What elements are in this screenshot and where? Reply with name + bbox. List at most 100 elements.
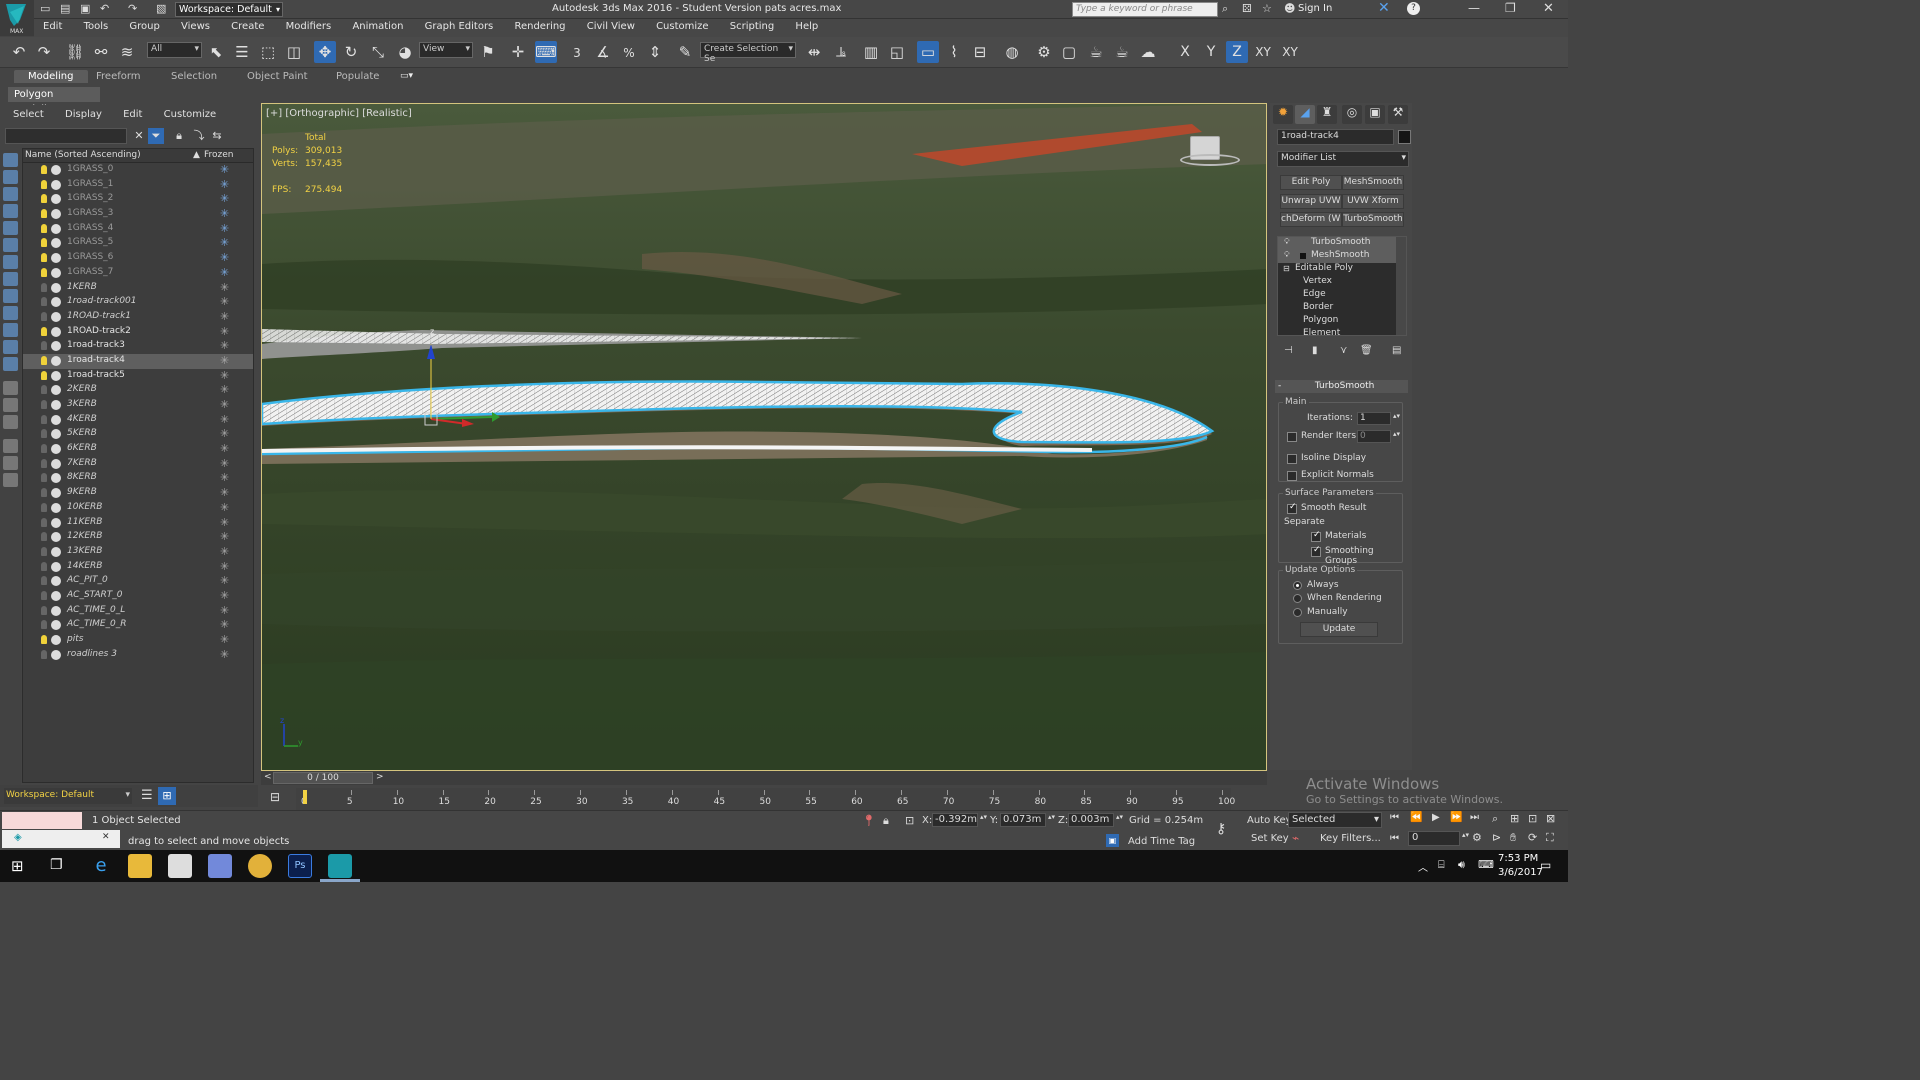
scene-row[interactable]: 7KERB ✳ xyxy=(23,457,253,472)
light-bulb-icon[interactable] xyxy=(41,223,47,233)
axis-z-button[interactable]: Z xyxy=(1226,41,1248,63)
light-bulb-icon[interactable] xyxy=(41,473,47,483)
sync-selection-icon[interactable]: ⇆ xyxy=(209,128,225,144)
set-keys-icon[interactable]: ⌁ xyxy=(1292,831,1299,845)
viewport-label-menu[interactable]: [+] [Orthographic] [Realistic] xyxy=(266,108,412,119)
display-none-icon[interactable] xyxy=(3,153,18,167)
perspective-viewport[interactable]: z z y [+] [Orthographic] [Realistic] Tot… xyxy=(261,103,1267,771)
clear-search-icon[interactable]: ✕ xyxy=(131,128,147,144)
time-slider[interactable]: < 0 / 100 > xyxy=(261,771,1267,785)
ribbon-tab-modeling[interactable]: Modeling xyxy=(14,70,88,83)
display-lights-icon[interactable] xyxy=(3,204,18,218)
update-when-rendering-radio[interactable] xyxy=(1293,594,1302,603)
light-bulb-icon[interactable] xyxy=(41,444,47,454)
configure-modifier-sets-icon[interactable]: ▤ xyxy=(1392,345,1401,356)
pin-stack-icon[interactable]: ⊣ xyxy=(1284,345,1293,356)
binoculars-icon[interactable]: ⌕ xyxy=(1222,2,1228,16)
object-name-field[interactable]: 1road-track4 xyxy=(1277,129,1394,145)
update-always-radio[interactable] xyxy=(1293,581,1302,590)
display-hidden-icon[interactable] xyxy=(3,357,18,371)
play-icon[interactable]: ▶ xyxy=(1432,812,1440,823)
selection-filter-dropdown[interactable]: All ▾ xyxy=(147,42,202,58)
frozen-snowflake-icon[interactable]: ✳ xyxy=(220,310,229,323)
user-icon[interactable]: ☻ xyxy=(1284,2,1295,15)
stack-edge[interactable]: Edge xyxy=(1278,289,1406,302)
light-bulb-icon[interactable] xyxy=(41,326,47,336)
light-bulb-icon[interactable] xyxy=(41,341,47,351)
isolate-selection-icon[interactable]: 📍︎ xyxy=(862,814,876,827)
light-bulb-icon[interactable] xyxy=(41,179,47,189)
stack-editable-poly[interactable]: ⊟ Editable Poly xyxy=(1278,263,1406,276)
geometry-teapot-icon[interactable] xyxy=(51,414,61,425)
set-key-button[interactable]: Set Key xyxy=(1251,833,1289,844)
hierarchy-tab-icon[interactable]: ♜ xyxy=(1317,105,1337,124)
polygon-modeling-panel[interactable]: Polygon Modeling xyxy=(8,87,100,115)
display-none-filter-icon[interactable] xyxy=(3,398,18,412)
zoom-extents-icon[interactable]: ⊡ xyxy=(1528,812,1537,825)
remove-modifier-icon[interactable]: 🗑︎ xyxy=(1360,345,1373,356)
layer-explorer-icon[interactable]: ◱ xyxy=(886,41,908,63)
smooth-result-checkbox[interactable] xyxy=(1287,502,1297,514)
frozen-snowflake-icon[interactable]: ✳ xyxy=(220,192,229,205)
stack-turbosmooth[interactable]: 💡︎ TurboSmooth xyxy=(1278,237,1406,250)
frozen-snowflake-icon[interactable]: ✳ xyxy=(220,369,229,382)
frozen-column-header[interactable]: Frozen xyxy=(204,150,234,160)
orbit-icon[interactable]: ⟳ xyxy=(1528,831,1537,844)
frozen-snowflake-icon[interactable]: ✳ xyxy=(220,178,229,191)
scene-row[interactable]: 2KERB ✳ xyxy=(23,383,253,398)
scene-row[interactable]: AC_PIT_0 ✳ xyxy=(23,574,253,589)
windows-start-icon[interactable]: ⊞ xyxy=(11,857,24,875)
filter-icon[interactable]: ⏷ xyxy=(148,128,164,144)
scene-workspace-dropdown[interactable]: Workspace: Default ▾ xyxy=(4,788,132,804)
iterations-spinner[interactable]: 1 xyxy=(1357,412,1391,425)
unlink-icon[interactable]: ⚯ xyxy=(90,41,112,63)
scene-row[interactable]: 10KERB ✳ xyxy=(23,501,253,516)
geometry-teapot-icon[interactable] xyxy=(51,429,61,440)
zoom-icon[interactable]: ⌕ xyxy=(1492,812,1498,826)
material-editor-icon[interactable]: ◍ xyxy=(1001,41,1023,63)
discord-icon[interactable] xyxy=(208,854,232,878)
geometry-teapot-icon[interactable] xyxy=(51,341,61,352)
key-selection-dropdown[interactable]: Selected ▾ xyxy=(1288,812,1382,828)
scene-row[interactable]: 14KERB ✳ xyxy=(23,560,253,575)
dismiss-x-icon[interactable]: ✕ xyxy=(102,832,110,842)
geometry-teapot-icon[interactable] xyxy=(51,355,61,366)
snaps-toggle-icon[interactable]: 3 xyxy=(566,41,588,63)
keyboard-shortcut-override-icon[interactable]: ⌨ xyxy=(535,41,557,63)
light-bulb-icon[interactable] xyxy=(41,282,47,292)
menu-views[interactable]: Views xyxy=(172,19,219,34)
scene-row[interactable]: 1road-track3 ✳ xyxy=(23,339,253,354)
menu-create[interactable]: Create xyxy=(222,19,273,34)
scene-row[interactable]: 1GRASS_0 ✳ xyxy=(23,163,253,178)
frozen-snowflake-icon[interactable]: ✳ xyxy=(220,471,229,484)
light-bulb-icon[interactable] xyxy=(41,546,47,556)
frozen-snowflake-icon[interactable]: ✳ xyxy=(220,251,229,264)
frozen-snowflake-icon[interactable]: ✳ xyxy=(220,281,229,294)
ribbon-options-icon[interactable]: ▭▾ xyxy=(400,71,413,81)
scene-menu-display[interactable]: Display xyxy=(56,108,111,121)
add-time-tag[interactable]: Add Time Tag xyxy=(1128,836,1195,847)
scene-row[interactable]: 1GRASS_3 ✳ xyxy=(23,207,253,222)
display-frozen-icon[interactable] xyxy=(3,340,18,354)
toggle-scene-explorer-icon[interactable]: ▥ xyxy=(860,41,882,63)
materials-checkbox[interactable] xyxy=(1311,530,1321,542)
field-of-view-icon[interactable]: ⊳ xyxy=(1492,831,1501,844)
light-bulb-icon[interactable] xyxy=(41,165,47,174)
scene-row[interactable]: 11KERB ✳ xyxy=(23,516,253,531)
time-slider-prev[interactable]: < xyxy=(264,772,272,782)
scene-menu-edit[interactable]: Edit xyxy=(114,108,151,121)
display-all-icon[interactable] xyxy=(3,381,18,395)
frozen-snowflake-icon[interactable]: ✳ xyxy=(220,354,229,367)
rendered-frame-window-icon[interactable]: ▢ xyxy=(1058,41,1080,63)
frozen-snowflake-icon[interactable]: ✳ xyxy=(220,604,229,617)
spinner-snap-icon[interactable]: ⇕ xyxy=(644,41,666,63)
select-and-place-icon[interactable]: ◕ xyxy=(394,41,416,63)
edit-poly-button[interactable]: Edit Poly xyxy=(1280,175,1342,190)
network-icon[interactable]: ⌸ xyxy=(1438,858,1445,872)
geometry-teapot-icon[interactable] xyxy=(51,546,61,557)
turbosmooth-button[interactable]: TurboSmooth xyxy=(1342,212,1404,227)
scene-row[interactable]: 13KERB ✳ xyxy=(23,545,253,560)
ribbon-tab-freeform[interactable]: Freeform xyxy=(96,71,141,82)
modifier-list-dropdown[interactable]: Modifier List ▾ xyxy=(1277,151,1409,167)
layer-filter-icon[interactable] xyxy=(3,456,18,470)
